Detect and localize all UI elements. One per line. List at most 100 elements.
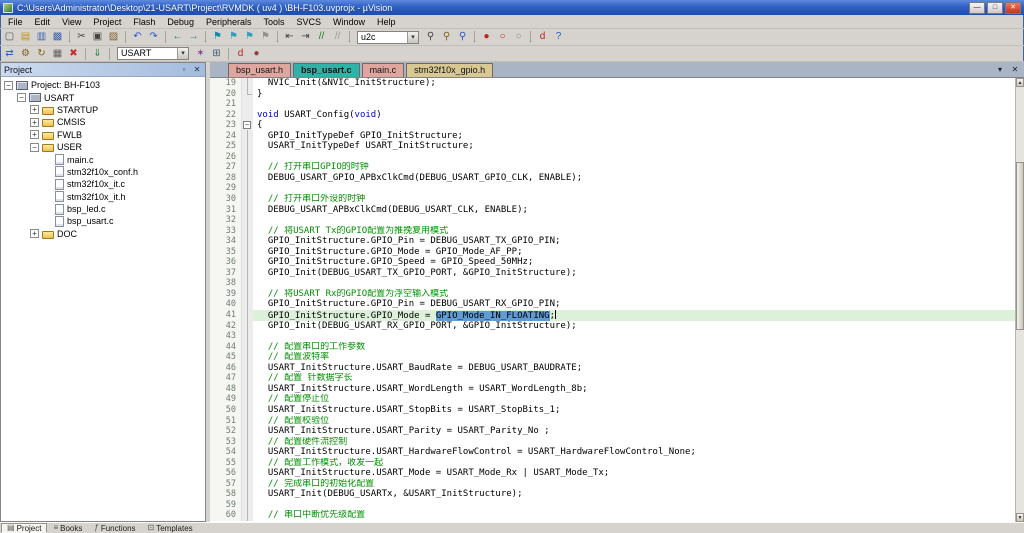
code-text[interactable]: // 配置工作模式，收发一起 bbox=[253, 458, 1015, 469]
code-text[interactable]: // 配置串口的工作参数 bbox=[253, 342, 1015, 353]
menu-flash[interactable]: Flash bbox=[127, 16, 161, 28]
fold-collapse-icon[interactable]: − bbox=[243, 121, 251, 129]
stop-build-button[interactable]: ✖ bbox=[66, 47, 81, 61]
tab-close-button[interactable]: ✕ bbox=[1009, 64, 1021, 76]
menu-tools[interactable]: Tools bbox=[257, 16, 290, 28]
maximize-button[interactable]: □ bbox=[987, 2, 1003, 14]
menu-edit[interactable]: Edit bbox=[29, 16, 57, 28]
redo-button[interactable]: ↷ bbox=[146, 30, 161, 44]
code-text[interactable]: GPIO_InitStructure.GPIO_Speed = GPIO_Spe… bbox=[253, 257, 1015, 268]
code-text[interactable]: // 打开串口外设的时钟 bbox=[253, 194, 1015, 205]
build-target-button[interactable]: ⚙ bbox=[18, 47, 33, 61]
code-text[interactable]: USART_Init(DEBUG_USARTx, &USART_InitStru… bbox=[253, 489, 1015, 500]
navigate-forward-button[interactable]: → bbox=[186, 30, 201, 44]
collapse-icon[interactable]: − bbox=[17, 93, 26, 102]
code-text[interactable]: GPIO_InitTypeDef GPIO_InitStructure; bbox=[253, 131, 1015, 142]
menu-debug[interactable]: Debug bbox=[161, 16, 200, 28]
panel-tab-functions[interactable]: ƒFunctions bbox=[88, 523, 141, 533]
menu-peripherals[interactable]: Peripherals bbox=[200, 16, 258, 28]
menu-view[interactable]: View bbox=[56, 16, 87, 28]
expand-icon[interactable]: + bbox=[30, 105, 39, 114]
disable-breakpoint-button[interactable]: ○ bbox=[495, 30, 510, 44]
bookmark-previous-button[interactable]: ⚑ bbox=[226, 30, 241, 44]
code-text[interactable]: // 打开串口GPIO的时钟 bbox=[253, 162, 1015, 173]
code-text[interactable]: GPIO_InitStructure.GPIO_Mode = GPIO_Mode… bbox=[253, 247, 1015, 258]
code-text[interactable]: USART_InitTypeDef USART_InitStructure; bbox=[253, 141, 1015, 152]
menu-project[interactable]: Project bbox=[87, 16, 127, 28]
code-text[interactable]: USART_InitStructure.USART_HardwareFlowCo… bbox=[253, 447, 1015, 458]
find-combo-value[interactable]: u2c bbox=[358, 32, 407, 43]
code-text[interactable]: // 配置停止位 bbox=[253, 394, 1015, 405]
tree-item-fwlb[interactable]: +FWLB bbox=[1, 129, 205, 141]
panel-tab-project[interactable]: ▤Project bbox=[1, 523, 47, 533]
menu-file[interactable]: File bbox=[2, 16, 29, 28]
tab-main-c[interactable]: main.c bbox=[362, 63, 405, 77]
chevron-down-icon[interactable]: ▾ bbox=[177, 48, 188, 59]
manage-project-items-button[interactable]: ⊞ bbox=[209, 47, 224, 61]
debug-session-button[interactable]: d bbox=[233, 47, 248, 61]
code-text[interactable]: NVIC_Init(&NVIC_InitStructure); bbox=[253, 78, 1015, 89]
tree-item-stm32f10x-it-h[interactable]: stm32f10x_it.h bbox=[1, 191, 205, 203]
editor-vertical-scrollbar[interactable]: ▲ ▼ bbox=[1015, 78, 1024, 522]
tree-item-doc[interactable]: +DOC bbox=[1, 228, 205, 240]
code-text[interactable] bbox=[253, 152, 1015, 163]
code-text[interactable]: // 完成串口的初始化配置 bbox=[253, 479, 1015, 490]
kill-all-breakpoints-button[interactable]: ○ bbox=[511, 30, 526, 44]
chevron-down-icon[interactable]: ▾ bbox=[407, 32, 418, 43]
bookmark-toggle-button[interactable]: ⚑ bbox=[210, 30, 225, 44]
panel-close-button[interactable]: ✕ bbox=[192, 64, 202, 75]
code-text[interactable]: DEBUG_USART_APBxClkCmd(DEBUG_USART_CLK, … bbox=[253, 205, 1015, 216]
code-text[interactable] bbox=[253, 500, 1015, 511]
panel-tab-books[interactable]: ≡Books bbox=[47, 523, 88, 533]
tree-item-stm32f10x-conf-h[interactable]: stm32f10x_conf.h bbox=[1, 166, 205, 178]
code-text[interactable]: { bbox=[253, 120, 1015, 131]
tab-list-button[interactable]: ▾ bbox=[994, 64, 1006, 76]
help-button[interactable]: ? bbox=[551, 30, 566, 44]
collapse-icon[interactable]: − bbox=[4, 81, 13, 90]
collapse-icon[interactable]: − bbox=[30, 143, 39, 152]
code-text[interactable] bbox=[253, 183, 1015, 194]
start-stop-debug-button[interactable]: d bbox=[535, 30, 550, 44]
tree-item-main-c[interactable]: main.c bbox=[1, 153, 205, 165]
copy-button[interactable]: ▣ bbox=[90, 30, 105, 44]
code-text[interactable]: USART_InitStructure.USART_BaudRate = DEB… bbox=[253, 363, 1015, 374]
panel-tab-templates[interactable]: ⊡Templates bbox=[142, 523, 199, 533]
code-text[interactable]: // 将USART Rx的GPIO配置为浮空输入模式 bbox=[253, 289, 1015, 300]
download-to-flash-button[interactable]: ⇓ bbox=[90, 47, 105, 61]
tree-item-cmsis[interactable]: +CMSIS bbox=[1, 116, 205, 128]
bookmark-clear-all-button[interactable]: ⚑ bbox=[258, 30, 273, 44]
code-text[interactable]: // 配置 针数据字长 bbox=[253, 373, 1015, 384]
code-text[interactable]: // 串口中断优先级配置 bbox=[253, 510, 1015, 521]
code-text[interactable]: void USART_Config(void) bbox=[253, 110, 1015, 121]
menu-window[interactable]: Window bbox=[327, 16, 371, 28]
select-target-combo-value[interactable]: USART bbox=[118, 48, 177, 59]
scrollbar-thumb[interactable] bbox=[1016, 162, 1024, 330]
uncomment-selection-button[interactable]: // bbox=[330, 30, 345, 44]
close-button[interactable]: ✕ bbox=[1005, 2, 1021, 14]
tab-bsp-usart-h[interactable]: bsp_usart.h bbox=[228, 63, 291, 77]
new-file-button[interactable]: ▢ bbox=[2, 30, 17, 44]
expand-icon[interactable]: + bbox=[30, 130, 39, 139]
code-text[interactable]: // 配置硬件流控制 bbox=[253, 437, 1015, 448]
undo-button[interactable]: ↶ bbox=[130, 30, 145, 44]
tree-item-startup[interactable]: +STARTUP bbox=[1, 104, 205, 116]
insert-breakpoint-button[interactable]: ● bbox=[479, 30, 494, 44]
code-text[interactable]: DEBUG_USART_GPIO_APBxClkCmd(DEBUG_USART_… bbox=[253, 173, 1015, 184]
tab-bsp-usart-c[interactable]: bsp_usart.c bbox=[293, 63, 360, 77]
minimize-button[interactable]: — bbox=[969, 2, 985, 14]
tree-item-project-bh-f103[interactable]: −Project: BH-F103 bbox=[1, 79, 205, 91]
cut-button[interactable]: ✂ bbox=[74, 30, 89, 44]
find-combo[interactable]: u2c▾ bbox=[357, 31, 419, 44]
batch-build-button[interactable]: ▦ bbox=[50, 47, 65, 61]
open-file-button[interactable]: ▤ bbox=[18, 30, 33, 44]
rebuild-all-button[interactable]: ↻ bbox=[34, 47, 49, 61]
code-text[interactable]: // 配置波特率 bbox=[253, 352, 1015, 363]
menu-svcs[interactable]: SVCS bbox=[291, 16, 328, 28]
code-text[interactable]: // 配置校验位 bbox=[253, 416, 1015, 427]
code-text[interactable]: GPIO_Init(DEBUG_USART_RX_GPIO_PORT, &GPI… bbox=[253, 321, 1015, 332]
code-text[interactable]: USART_InitStructure.USART_Parity = USART… bbox=[253, 426, 1015, 437]
find-in-files-button[interactable]: ⚲ bbox=[439, 30, 454, 44]
navigate-back-button[interactable]: ← bbox=[170, 30, 185, 44]
select-target-combo[interactable]: USART▾ bbox=[117, 47, 189, 60]
target-options-button[interactable]: ✶ bbox=[193, 47, 208, 61]
